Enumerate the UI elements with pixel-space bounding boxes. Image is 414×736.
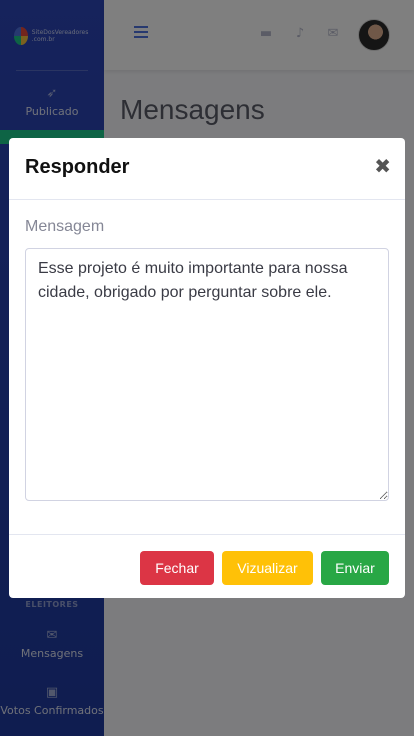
message-label: Mensagem [25, 218, 105, 235]
modal-title: Responder [25, 156, 130, 178]
send-button[interactable]: Enviar [321, 551, 389, 585]
close-button[interactable]: Fechar [140, 551, 214, 585]
modal-body: Mensagem Esse projeto é muito importante… [9, 200, 405, 535]
modal-header: Responder ✖ [9, 138, 405, 200]
modal-footer: Fechar Vizualizar Enviar [9, 535, 405, 597]
message-textarea[interactable]: Esse projeto é muito importante para nos… [25, 248, 389, 501]
close-icon[interactable]: ✖ [374, 154, 391, 178]
preview-button[interactable]: Vizualizar [222, 551, 313, 585]
reply-modal: Responder ✖ Mensagem Esse projeto é muit… [9, 138, 405, 598]
